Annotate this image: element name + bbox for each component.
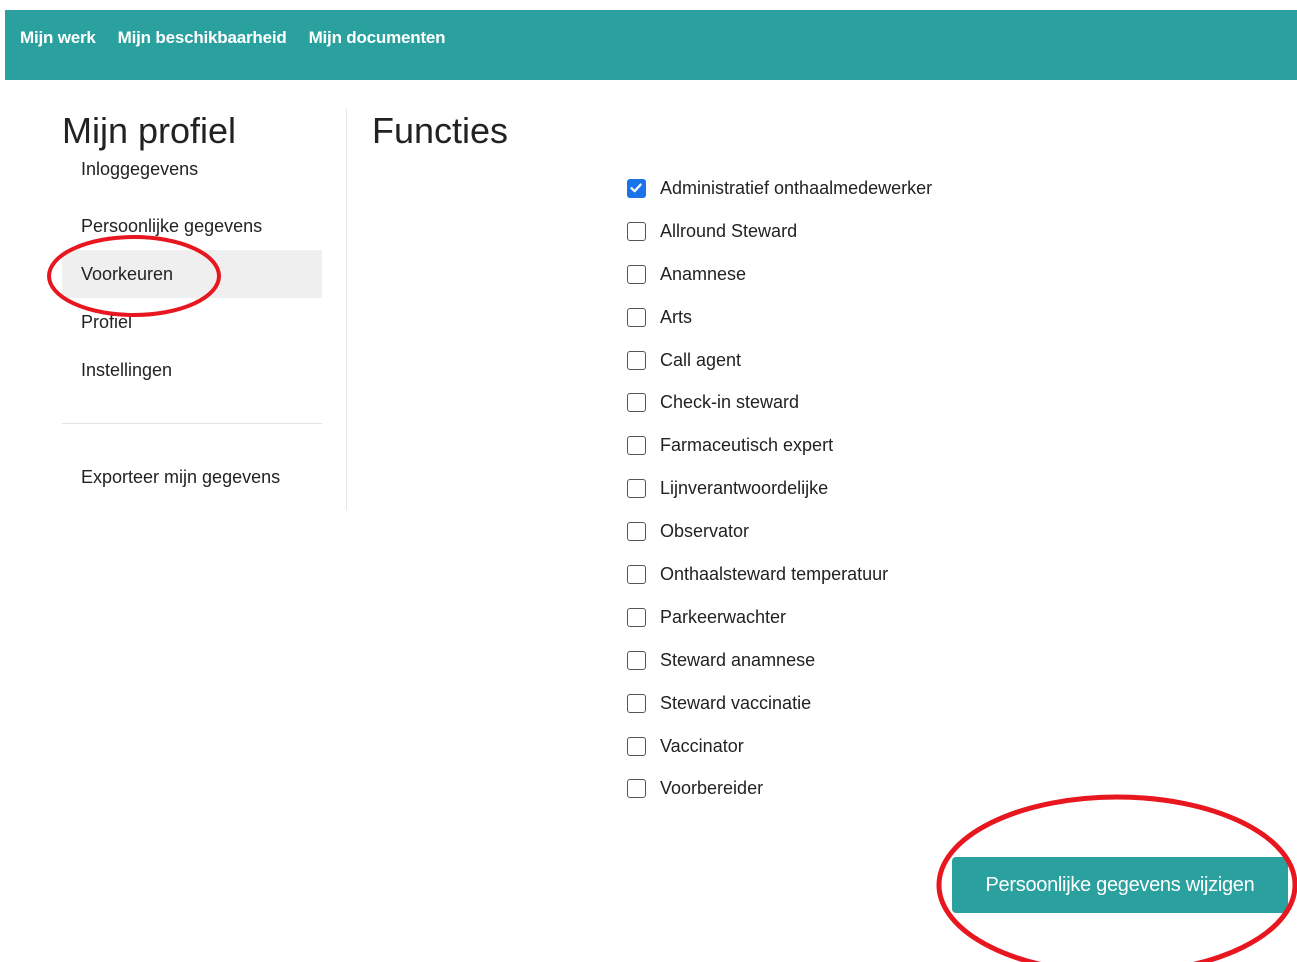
sidebar-item-inloggegevens[interactable]: Inloggegevens [62, 156, 322, 202]
checkbox[interactable] [627, 607, 646, 627]
nav-link-mijn-werk[interactable]: Mijn werk [20, 28, 96, 48]
function-option-call-agent[interactable]: Call agent [627, 339, 1107, 382]
nav-link-mijn-documenten[interactable]: Mijn documenten [309, 28, 446, 48]
checkbox[interactable] [627, 436, 646, 456]
checkmark-icon [630, 183, 642, 193]
checkbox[interactable] [627, 736, 646, 756]
checkbox[interactable] [627, 779, 646, 799]
checkbox[interactable] [627, 564, 646, 584]
function-option-anamnese[interactable]: Anamnese [627, 253, 1107, 296]
function-label: Administratief onthaalmedewerker [660, 177, 933, 198]
function-label: Voorbereider [660, 778, 764, 799]
function-option-allround-steward[interactable]: Allround Steward [627, 210, 1107, 253]
export-data-link[interactable]: Exporteer mijn gegevens [62, 467, 322, 488]
function-option-steward-vaccinatie[interactable]: Steward vaccinatie [627, 682, 1107, 725]
function-option-arts[interactable]: Arts [627, 296, 1107, 339]
function-option-farmaceutisch-expert[interactable]: Farmaceutisch expert [627, 424, 1107, 467]
sidebar-item-voorkeuren[interactable]: Voorkeuren [62, 250, 322, 298]
function-label: Allround Steward [660, 220, 798, 241]
checkbox[interactable] [627, 221, 646, 241]
main-nav: Mijn werk Mijn beschikbaarheid Mijn docu… [20, 28, 446, 48]
checkbox[interactable] [627, 479, 646, 499]
function-label: Steward vaccinatie [660, 692, 812, 713]
profile-sidebar: Mijn profiel Inloggegevens Persoonlijke … [62, 108, 322, 488]
function-label: Check-in steward [660, 392, 800, 413]
function-option-lijnverantwoordelijke[interactable]: Lijnverantwoordelijke [627, 467, 1107, 510]
checkbox[interactable] [627, 393, 646, 413]
function-label: Observator [660, 521, 750, 542]
sidebar-divider [62, 423, 322, 424]
section-title-functies: Functies [372, 110, 509, 151]
save-personal-details-button[interactable]: Persoonlijke gegevens wijzigen [952, 857, 1288, 913]
function-option-onthaalsteward-temperatuur[interactable]: Onthaalsteward temperatuur [627, 553, 1107, 596]
function-option-parkeerwachter[interactable]: Parkeerwachter [627, 596, 1107, 639]
checkbox[interactable] [627, 650, 646, 670]
checkbox[interactable] [627, 307, 646, 327]
function-option-observator[interactable]: Observator [627, 510, 1107, 553]
function-label: Lijnverantwoordelijke [660, 478, 829, 499]
checkbox[interactable] [627, 522, 646, 542]
function-label: Onthaalsteward temperatuur [660, 563, 889, 584]
function-option-steward-anamnese[interactable]: Steward anamnese [627, 639, 1107, 682]
column-divider [346, 108, 347, 510]
function-option-voorbereider[interactable]: Voorbereider [627, 767, 1107, 810]
function-label: Farmaceutisch expert [660, 435, 834, 456]
sidebar-item-instellingen[interactable]: Instellingen [62, 346, 322, 394]
function-label: Anamnese [660, 263, 747, 284]
functions-checklist: Administratief onthaalmedewerker Allround… [627, 167, 1107, 810]
top-navigation-bar: Mijn werk Mijn beschikbaarheid Mijn docu… [5, 10, 1297, 80]
nav-link-mijn-beschikbaarheid[interactable]: Mijn beschikbaarheid [118, 28, 287, 48]
checkbox[interactable] [627, 178, 646, 198]
function-label: Parkeerwachter [660, 606, 787, 627]
function-label: Arts [660, 306, 693, 327]
function-label: Call agent [660, 349, 742, 370]
checkbox[interactable] [627, 693, 646, 713]
checkbox[interactable] [627, 350, 646, 370]
sidebar-item-profiel[interactable]: Profiel [62, 298, 322, 346]
function-label: Vaccinator [660, 735, 744, 756]
sidebar-menu: Inloggegevens Persoonlijke gegevens Voor… [62, 156, 322, 394]
function-option-check-in-steward[interactable]: Check-in steward [627, 381, 1107, 424]
function-label: Steward anamnese [660, 649, 816, 670]
function-option-administratief-onthaalmedewerker[interactable]: Administratief onthaalmedewerker [627, 167, 1107, 210]
checkbox[interactable] [627, 264, 646, 284]
function-option-vaccinator[interactable]: Vaccinator [627, 725, 1107, 768]
sidebar-title: Mijn profiel [62, 110, 237, 151]
sidebar-item-persoonlijke-gegevens[interactable]: Persoonlijke gegevens [62, 202, 322, 250]
